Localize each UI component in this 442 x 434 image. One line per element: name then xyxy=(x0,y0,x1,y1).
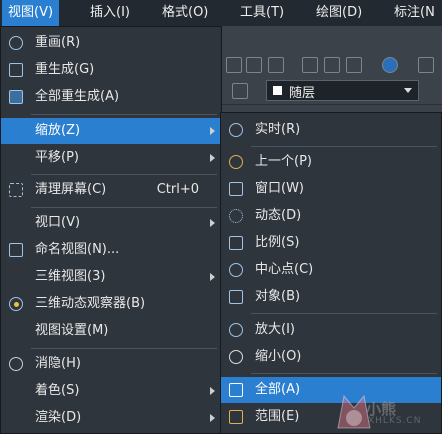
zoom-item-dynamic[interactable]: 动态(D) xyxy=(221,203,441,229)
zoom-center-icon xyxy=(229,263,243,277)
layer-manager-icon[interactable] xyxy=(232,83,248,99)
zoom-item-object[interactable]: 对象(B) xyxy=(221,284,441,310)
zoom-realtime-icon xyxy=(229,123,243,137)
fullscreen-icon xyxy=(9,183,23,197)
menu-insert[interactable]: 插入(I) xyxy=(84,0,136,26)
menu-bar: 视图(V) 插入(I) 格式(O) 工具(T) 绘图(D) 标注(N xyxy=(0,0,442,26)
zoom-item-out[interactable]: 缩小(O) xyxy=(221,344,441,370)
zoom-item-realtime[interactable]: 实时(R) xyxy=(221,117,441,143)
submenu-arrow-icon xyxy=(210,219,215,227)
menu-item-render[interactable]: 渲染(D) xyxy=(1,405,221,431)
menu-item-zoom[interactable]: 缩放(Z) xyxy=(1,118,221,144)
orbit-icon xyxy=(9,297,23,311)
help-icon[interactable] xyxy=(382,57,398,73)
menu-format[interactable]: 格式(O) xyxy=(156,0,214,26)
zoom-previous-icon xyxy=(229,155,243,169)
menu-separator xyxy=(251,146,437,147)
color-swatch xyxy=(273,86,282,95)
zoom-window-icon[interactable] xyxy=(246,57,262,73)
zoom-object-icon xyxy=(229,290,243,304)
text-style-icon[interactable] xyxy=(418,57,434,73)
chevron-down-icon xyxy=(404,88,412,93)
menu-separator xyxy=(251,313,437,314)
zoom-all-icon xyxy=(229,383,243,397)
menu-item-hide[interactable]: 消隐(H) xyxy=(1,351,221,377)
named-view-icon xyxy=(9,243,23,257)
menu-separator xyxy=(251,373,437,374)
zoom-out-icon xyxy=(229,350,243,364)
submenu-arrow-icon xyxy=(210,273,215,281)
zoom-item-in[interactable]: 放大(I) xyxy=(221,317,441,343)
design-center-icon[interactable] xyxy=(324,57,340,73)
zoom-previous-icon[interactable] xyxy=(268,57,284,73)
properties-icon[interactable] xyxy=(302,57,318,73)
watermark-domain: XHLKS.CN xyxy=(368,416,422,426)
menu-item-3d-orbit[interactable]: 三维动态观察器(B) xyxy=(1,291,221,317)
menu-draw[interactable]: 绘图(D) xyxy=(310,0,368,26)
zoom-extents-icon xyxy=(229,410,243,424)
zoom-in-icon xyxy=(229,323,243,337)
view-menu: 重画(R) 重生成(G) 全部重生成(A) 缩放(Z) 平移(P) 清理屏幕(C… xyxy=(0,26,222,434)
menu-item-pan[interactable]: 平移(P) xyxy=(1,145,221,171)
zoom-window-icon xyxy=(229,182,243,196)
menu-item-view-settings[interactable]: 视图设置(M) xyxy=(1,318,221,344)
menu-item-3d-views[interactable]: 三维视图(3) xyxy=(1,264,221,290)
menu-tools[interactable]: 工具(T) xyxy=(234,0,290,26)
submenu-arrow-icon xyxy=(210,127,215,135)
menu-item-shade[interactable]: 着色(S) xyxy=(1,378,221,404)
menu-item-viewports[interactable]: 视口(V) xyxy=(1,210,221,236)
zoom-item-scale[interactable]: 比例(S) xyxy=(221,230,441,256)
zoom-dynamic-icon xyxy=(229,209,243,223)
menu-separator xyxy=(31,174,217,175)
layer-color-dropdown[interactable]: 随层 xyxy=(266,80,419,101)
menu-separator xyxy=(31,207,217,208)
menu-dimension[interactable]: 标注(N xyxy=(388,0,441,26)
menu-item-regen[interactable]: 重生成(G) xyxy=(1,57,221,83)
toolbar-row-1 xyxy=(222,52,442,79)
regen-icon xyxy=(9,63,23,77)
menu-item-clean-screen[interactable]: 清理屏幕(C) Ctrl+0 xyxy=(1,177,221,203)
zoom-item-previous[interactable]: 上一个(P) xyxy=(221,149,441,175)
redraw-icon xyxy=(9,36,23,50)
hide-icon xyxy=(9,357,23,371)
menu-item-named-views[interactable]: 命名视图(N)... xyxy=(1,237,221,263)
submenu-arrow-icon xyxy=(210,154,215,162)
menu-item-regen-all[interactable]: 全部重生成(A) xyxy=(1,84,221,110)
zoom-item-window[interactable]: 窗口(W) xyxy=(221,176,441,202)
layer-color-value: 随层 xyxy=(289,86,316,101)
menu-separator xyxy=(31,348,217,349)
menu-separator xyxy=(31,114,217,115)
tool-palette-icon[interactable] xyxy=(346,57,362,73)
regen-all-icon xyxy=(9,90,23,104)
menu-item-redraw[interactable]: 重画(R) xyxy=(1,30,221,56)
menu-view[interactable]: 视图(V) xyxy=(2,0,60,26)
zoom-tool-icon[interactable] xyxy=(226,57,242,73)
submenu-arrow-icon xyxy=(210,387,215,395)
zoom-item-center[interactable]: 中心点(C) xyxy=(221,257,441,283)
zoom-scale-icon xyxy=(229,236,243,250)
submenu-arrow-icon xyxy=(210,414,215,422)
